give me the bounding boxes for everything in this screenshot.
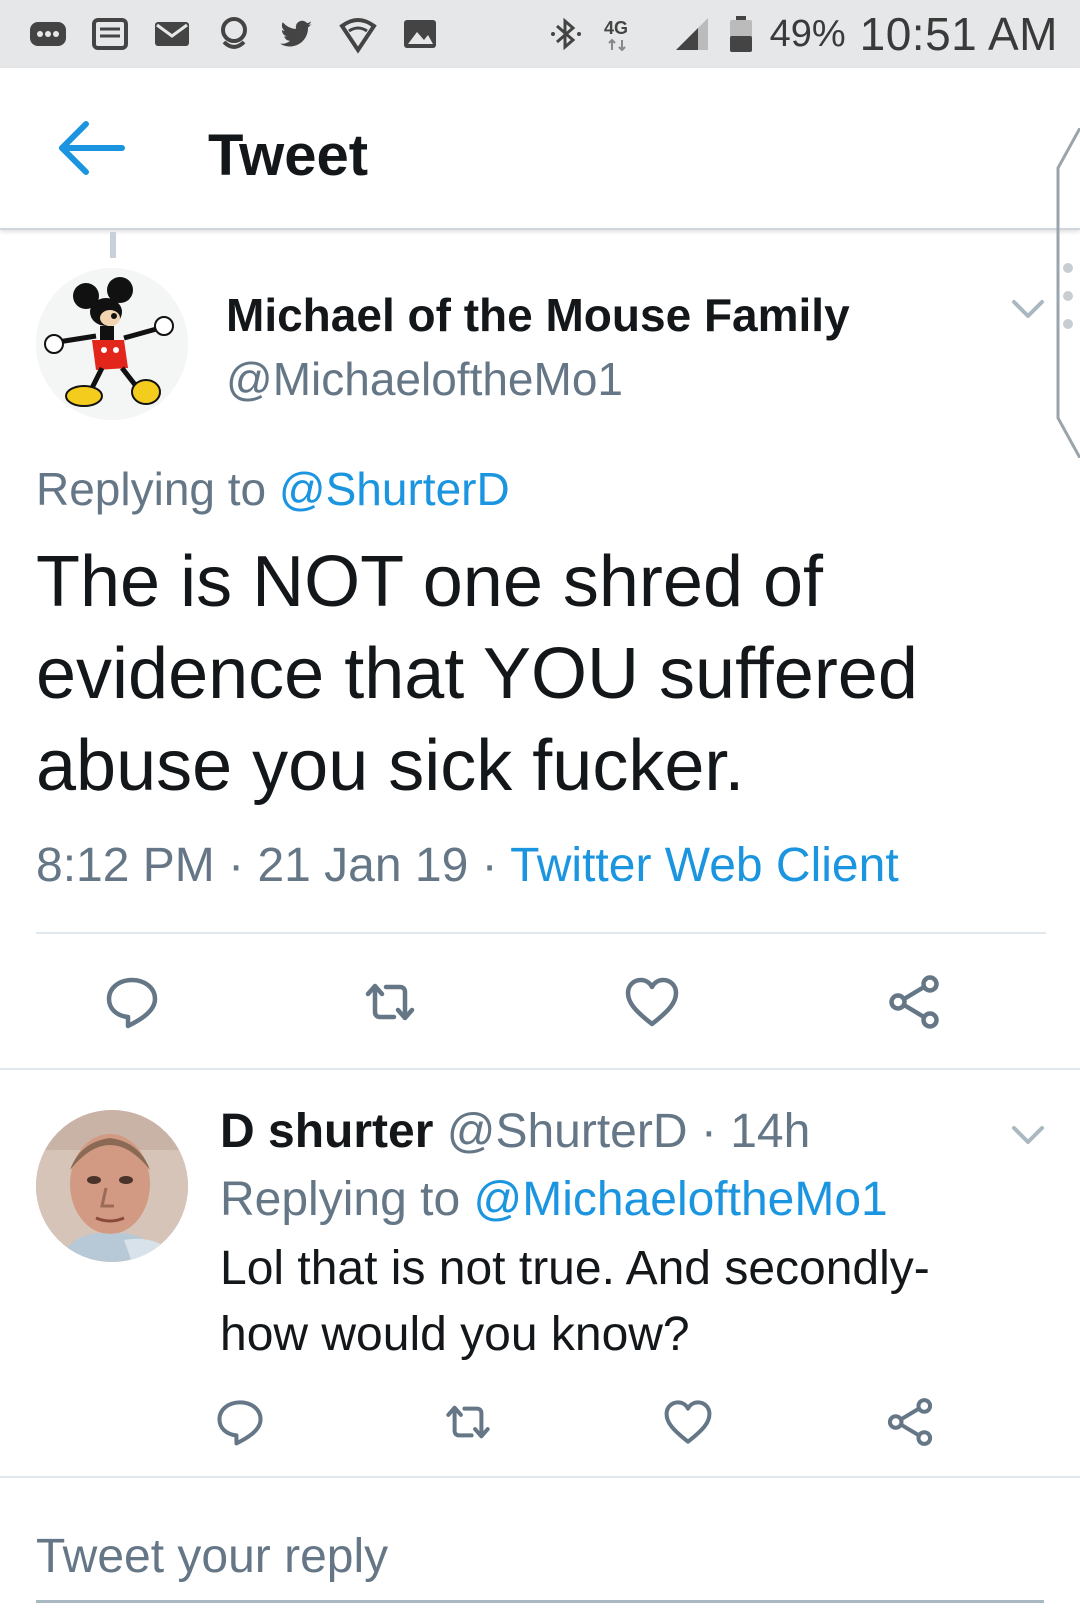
- more-icon: [28, 14, 68, 54]
- compose-underline: [36, 1600, 1044, 1603]
- tweet-client-link[interactable]: Twitter Web Client: [510, 839, 899, 892]
- author-name[interactable]: Michael of the Mouse Family: [226, 288, 850, 342]
- signal-icon: [672, 14, 712, 54]
- battery-percent: 49%: [769, 12, 846, 55]
- reply-icon: [106, 977, 158, 1029]
- retweet-button[interactable]: [436, 1390, 500, 1454]
- back-button[interactable]: [56, 116, 128, 180]
- reply-button[interactable]: [100, 970, 164, 1034]
- divider: [0, 1068, 1080, 1070]
- tweet-text: The is NOT one shred of evidence that YO…: [36, 542, 918, 806]
- image-icon: [400, 14, 440, 54]
- replying-to-mention[interactable]: @ShurterD: [279, 463, 510, 515]
- tweet-meta: 8:12 PM · 21 Jan 19 · Twitter Web Client: [36, 838, 899, 893]
- back-arrow-icon: [59, 121, 125, 175]
- avatar[interactable]: [36, 268, 188, 420]
- divider: [0, 1476, 1080, 1478]
- tweet-time: 8:12 PM: [36, 839, 215, 892]
- replying-prefix: Replying to: [220, 1173, 461, 1226]
- meta-separator: ·: [481, 839, 498, 892]
- reply-button[interactable]: [208, 1390, 272, 1454]
- bluetooth-icon: [546, 14, 586, 54]
- reply-icon: [217, 1400, 263, 1446]
- edge-panel-handle[interactable]: [1054, 127, 1080, 459]
- message-icon: [90, 14, 130, 54]
- tweet-actions: [0, 970, 1080, 1034]
- reply-author-handle[interactable]: @ShurterD: [447, 1105, 688, 1158]
- reply-author-name[interactable]: D shurter: [220, 1105, 433, 1158]
- like-icon: [625, 977, 679, 1027]
- network-label: 4G: [604, 18, 628, 38]
- tweet-options-button[interactable]: [1008, 292, 1048, 326]
- lte-icon: 4G: [600, 14, 658, 54]
- retweet-icon: [365, 983, 415, 1021]
- page-title: Tweet: [208, 123, 369, 188]
- location-icon: [214, 14, 254, 54]
- reply-age: 14h: [730, 1105, 811, 1158]
- reply-replying-to-line: Replying to @MichaeloftheMo1: [220, 1172, 888, 1227]
- mickey-avatar-image: [36, 268, 188, 420]
- replying-to-line: Replying to @ShurterD: [36, 462, 510, 516]
- status-notification-icons: [28, 14, 440, 54]
- like-button[interactable]: [620, 970, 684, 1034]
- meta-separator: ·: [228, 839, 245, 892]
- thread-connector: [110, 232, 116, 258]
- avatar[interactable]: [36, 1110, 188, 1262]
- like-icon: [664, 1400, 712, 1444]
- author-handle[interactable]: @MichaeloftheMo1: [226, 352, 623, 406]
- share-button[interactable]: [882, 970, 946, 1034]
- meta-separator: ·: [700, 1105, 717, 1158]
- reply-header: D shurter @ShurterD · 14h: [220, 1104, 810, 1159]
- app-header: Tweet: [0, 68, 1080, 230]
- like-button[interactable]: [656, 1390, 720, 1454]
- share-icon: [887, 1398, 933, 1446]
- chevron-down-icon: [1012, 1126, 1044, 1144]
- retweet-button[interactable]: [358, 970, 422, 1034]
- wifi-shield-icon: [338, 14, 378, 54]
- reply-text: Lol that is not true. And secondly- how …: [220, 1242, 930, 1361]
- battery-icon: [726, 14, 756, 54]
- chevron-down-icon: [1012, 300, 1044, 318]
- share-icon: [889, 975, 939, 1029]
- share-button[interactable]: [878, 1390, 942, 1454]
- replying-to-mention[interactable]: @MichaeloftheMo1: [473, 1173, 887, 1226]
- twitter-icon: [276, 14, 316, 54]
- clock-time: 10:51 AM: [859, 8, 1058, 60]
- replying-prefix: Replying to: [36, 463, 267, 515]
- divider: [36, 932, 1046, 934]
- retweet-icon: [446, 1405, 490, 1439]
- user-photo-avatar-image: [36, 1110, 188, 1262]
- mail-icon: [152, 14, 192, 54]
- status-system-area: 4G 49% 10:51 AM: [546, 7, 1058, 61]
- tweet-date: 21 Jan 19: [257, 839, 469, 892]
- status-bar: 4G 49% 10:51 AM: [0, 0, 1080, 68]
- reply-actions: [0, 1390, 1080, 1446]
- reply-compose-input[interactable]: [36, 1512, 1044, 1600]
- reply-options-button[interactable]: [1008, 1118, 1048, 1152]
